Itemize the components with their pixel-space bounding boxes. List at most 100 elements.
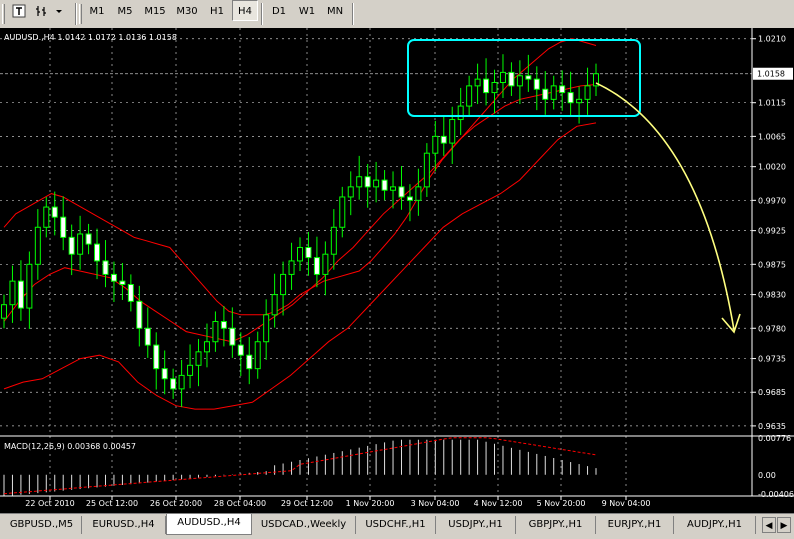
tab-usdchfh1[interactable]: USDCHF.,H1 — [356, 516, 436, 534]
chart-window[interactable]: AUDUSD.,H4 1.0142 1.0172 1.0136 1.0158 MA… — [0, 28, 794, 513]
toolbar-grip[interactable] — [2, 4, 5, 24]
bear-candle-body — [94, 243, 101, 262]
candle — [195, 339, 202, 387]
bull-candle-body — [34, 226, 41, 265]
bear-candle-body — [246, 354, 253, 370]
tab-eurjpyh1[interactable]: EURJPY.,H1 — [596, 516, 674, 534]
candle — [440, 115, 447, 156]
timeframe-m15-button[interactable]: M15 — [140, 0, 170, 21]
price-label: 1.0065 — [758, 132, 786, 141]
price-chart[interactable]: AUDUSD.,H4 1.0142 1.0172 1.0136 1.0158 MA… — [0, 28, 794, 513]
bull-candle-body — [373, 179, 380, 188]
bull-candle-body — [550, 85, 557, 100]
bull-candle-body — [280, 273, 287, 296]
candle — [187, 344, 194, 389]
timeframe-m30-button[interactable]: M30 — [172, 0, 202, 21]
bull-candle-body — [178, 374, 185, 390]
candle — [153, 332, 160, 390]
candle — [542, 71, 549, 115]
bear-candle-body — [533, 78, 540, 90]
bear-candle-body — [525, 75, 532, 80]
bear-candle-body — [220, 321, 227, 329]
timeframe-mn-button[interactable]: MN — [322, 0, 348, 21]
bull-candle-body — [254, 341, 261, 370]
tab-usdjpyh1[interactable]: USDJPY.,H1 — [436, 516, 516, 534]
candle — [94, 228, 101, 280]
bull-candle-body — [288, 260, 295, 275]
timeframe-h1-button[interactable]: H1 — [204, 0, 230, 21]
toolbar-separator — [352, 3, 354, 25]
candle — [102, 240, 109, 288]
candle — [381, 170, 388, 201]
candle — [68, 224, 75, 276]
bull-candle-body — [271, 294, 278, 316]
forecast-arrow — [595, 82, 735, 331]
macd-label: 0.00 — [758, 471, 776, 480]
date-label: 22 Oct 2010 — [25, 499, 74, 508]
bull-candle-body — [9, 280, 16, 306]
bear-candle-body — [567, 92, 574, 104]
tab-scroll-left-icon[interactable]: ◀ — [762, 517, 776, 533]
price-label: 0.9925 — [758, 227, 786, 236]
candle — [85, 223, 92, 255]
candle — [161, 350, 168, 395]
candle — [9, 265, 16, 323]
bull-candle-body — [576, 98, 583, 104]
bull-candle-body — [491, 82, 498, 94]
bear-candle-body — [60, 216, 67, 238]
price-label: 0.9735 — [758, 355, 786, 364]
bear-candle-body — [406, 196, 413, 201]
candle — [567, 71, 574, 116]
timeframe-m1-button[interactable]: M1 — [84, 0, 110, 21]
tab-audjpyh1[interactable]: AUDJPY.,H1 — [674, 516, 756, 534]
macd-header: MACD(12,26,9) 0.00368 0.00457 — [4, 442, 136, 451]
tab-eurusdh4[interactable]: EURUSD.,H4 — [82, 516, 166, 534]
bull-candle-body — [203, 341, 210, 353]
candle — [491, 69, 498, 114]
candle — [423, 143, 430, 197]
bear-candle-body — [313, 257, 320, 275]
price-label: 0.9970 — [758, 196, 786, 205]
candle — [77, 215, 84, 270]
tab-usdcadweekly[interactable]: USDCAD.,Weekly — [252, 516, 356, 534]
bear-candle-body — [381, 179, 388, 191]
bull-candle-body — [339, 196, 346, 228]
bear-candle-body — [161, 368, 168, 380]
candle — [398, 165, 405, 210]
bull-candle-body — [195, 351, 202, 366]
bull-candle-body — [449, 119, 456, 144]
timeframe-w1-button[interactable]: W1 — [294, 0, 320, 21]
bull-candle-body — [584, 85, 591, 100]
timeframe-d1-button[interactable]: D1 — [266, 0, 292, 21]
tab-scroll-right-icon[interactable]: ▶ — [777, 517, 791, 533]
candle — [457, 87, 464, 136]
toolbar-separator — [261, 3, 263, 25]
timeframe-h4-button[interactable]: H4 — [232, 0, 258, 21]
candle — [474, 63, 481, 105]
tab-gbpjpyh1[interactable]: GBPJPY.,H1 — [516, 516, 596, 534]
candle — [533, 66, 540, 111]
price-label: 1.0210 — [758, 35, 786, 44]
price-label: 0.9875 — [758, 260, 786, 269]
candle — [212, 311, 219, 352]
candle — [356, 155, 363, 200]
candle — [229, 307, 236, 358]
toolbar-grip[interactable] — [79, 4, 82, 24]
current-price-tag: 1.0158 — [753, 67, 793, 80]
periodicity-dropdown-icon[interactable] — [32, 0, 70, 21]
candle — [508, 62, 515, 96]
bull-candle-body — [347, 186, 354, 198]
tab-audusdh4[interactable]: AUDUSD.,H4 — [166, 514, 252, 535]
bull-candle-body — [1, 304, 7, 319]
template-icon[interactable] — [8, 0, 30, 21]
tab-gbpusdm5[interactable]: GBPUSD.,M5 — [2, 516, 82, 534]
bull-candle-body — [474, 78, 481, 87]
candle — [280, 261, 287, 316]
candle — [516, 60, 523, 105]
bear-candle-body — [559, 85, 566, 94]
chart-header: AUDUSD.,H4 1.0142 1.0172 1.0136 1.0158 — [4, 33, 177, 42]
price-label: 0.9685 — [758, 388, 786, 397]
bull-candle-body — [330, 226, 337, 255]
timeframe-m5-button[interactable]: M5 — [112, 0, 138, 21]
candle — [550, 75, 557, 110]
